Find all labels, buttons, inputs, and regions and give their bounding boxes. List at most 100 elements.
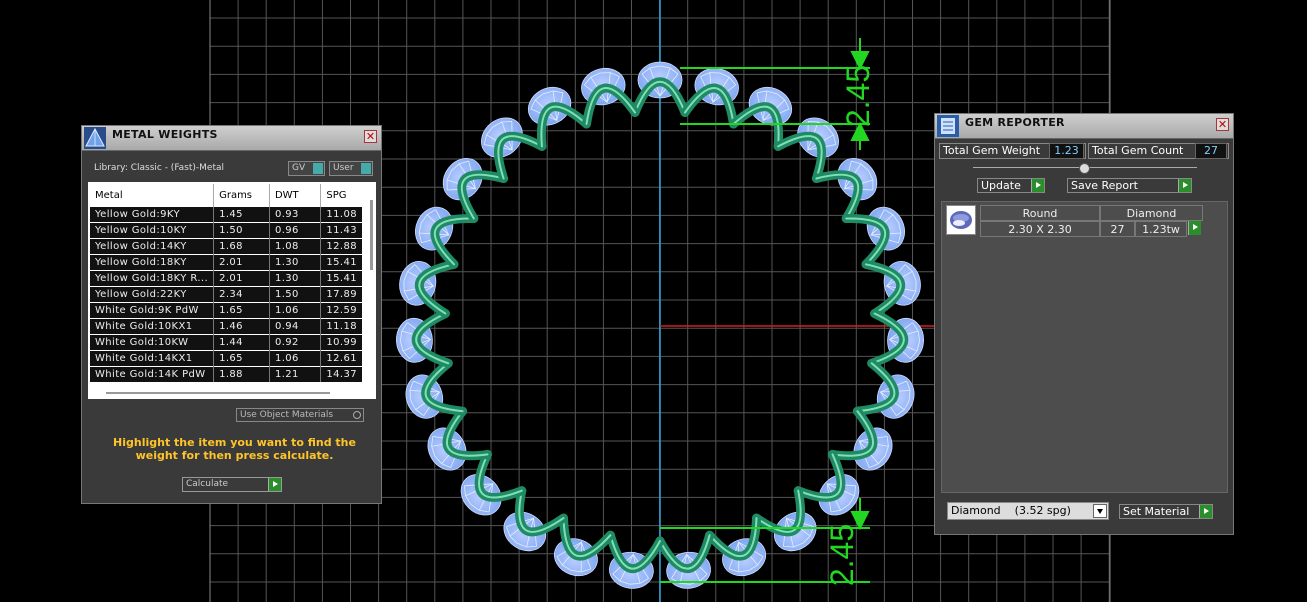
grams-cell: 1.45 bbox=[213, 206, 270, 223]
column-header-grams[interactable]: Grams bbox=[213, 184, 270, 207]
close-icon[interactable]: ✕ bbox=[364, 130, 377, 143]
spg-cell: 12.59 bbox=[320, 302, 362, 319]
round-gem-thumbnail bbox=[946, 205, 976, 235]
column-header-spg[interactable]: SPG bbox=[320, 184, 362, 207]
metal-name-cell: Yellow Gold:18KY R... bbox=[90, 270, 215, 287]
spg-cell: 11.43 bbox=[320, 222, 362, 239]
gem-count-cell: 27 bbox=[1100, 221, 1135, 237]
table-row[interactable]: Yellow Gold:18KY R... 2.01 1.30 15.41 bbox=[90, 270, 362, 287]
slider-handle[interactable] bbox=[1079, 163, 1090, 174]
total-gem-count-value: 27 bbox=[1195, 143, 1227, 159]
metal-name-cell: White Gold:10KW bbox=[90, 334, 215, 351]
user-toggle[interactable]: User bbox=[329, 161, 373, 176]
radio-icon bbox=[353, 411, 361, 419]
grams-cell: 1.65 bbox=[213, 350, 270, 367]
dwt-cell: 1.30 bbox=[269, 270, 322, 287]
gem-material-cell: Diamond bbox=[1100, 205, 1203, 221]
spg-cell: 15.41 bbox=[320, 254, 362, 271]
spg-cell: 11.18 bbox=[320, 318, 362, 335]
play-arrow-icon bbox=[1187, 221, 1201, 235]
set-material-label: Set Material bbox=[1123, 505, 1190, 518]
update-label: Update bbox=[981, 179, 1021, 192]
metal-weights-titlebar[interactable]: METAL WEIGHTS ✕ bbox=[82, 126, 381, 151]
table-header-row: Metal Grams DWT SPG bbox=[90, 184, 362, 207]
table-row[interactable]: Yellow Gold:10KY 1.50 0.96 11.43 bbox=[90, 222, 362, 239]
toggle-indicator-icon bbox=[361, 163, 371, 174]
calculate-button[interactable]: Calculate bbox=[182, 477, 282, 492]
chevron-down-icon bbox=[1093, 504, 1107, 518]
table-row[interactable]: White Gold:10KW 1.44 0.92 10.99 bbox=[90, 334, 362, 351]
library-label: Library: Classic - (Fast)-Metal bbox=[94, 163, 225, 173]
close-icon[interactable]: ✕ bbox=[1216, 118, 1229, 131]
metal-weights-title: METAL WEIGHTS bbox=[112, 128, 218, 141]
dwt-cell: 0.96 bbox=[269, 222, 322, 239]
user-toggle-label: User bbox=[333, 163, 354, 173]
material-select-value: Diamond (3.52 spg) bbox=[951, 504, 1071, 517]
spg-cell: 17.89 bbox=[320, 286, 362, 303]
metal-name-cell: White Gold:14KX1 bbox=[90, 350, 215, 367]
metal-name-cell: Yellow Gold:22KY bbox=[90, 286, 215, 303]
column-header-metal[interactable]: Metal bbox=[90, 184, 215, 207]
column-header-dwt[interactable]: DWT bbox=[269, 184, 322, 207]
table-row[interactable]: White Gold:14KX1 1.65 1.06 12.61 bbox=[90, 350, 362, 367]
table-row[interactable]: White Gold:10KX1 1.46 0.94 11.18 bbox=[90, 318, 362, 335]
metal-name-cell: Yellow Gold:14KY bbox=[90, 238, 215, 255]
round-diamond-icon bbox=[950, 211, 972, 229]
vertical-scrollbar[interactable] bbox=[370, 200, 373, 270]
metal-name-cell: White Gold:9K PdW bbox=[90, 302, 215, 319]
spg-cell: 14.37 bbox=[320, 366, 362, 382]
save-report-button[interactable]: Save Report bbox=[1067, 178, 1192, 193]
grams-cell: 2.34 bbox=[213, 286, 270, 303]
metal-name-cell: White Gold:14K PdW bbox=[90, 366, 215, 382]
gem-reporter-title: GEM REPORTER bbox=[965, 116, 1065, 129]
spg-cell: 11.08 bbox=[320, 206, 362, 223]
dwt-cell: 1.50 bbox=[269, 286, 322, 303]
play-arrow-icon bbox=[1199, 505, 1212, 518]
pyramid-icon bbox=[84, 127, 106, 149]
grams-cell: 1.46 bbox=[213, 318, 270, 335]
gv-toggle[interactable]: GV bbox=[288, 161, 325, 176]
horizontal-scrollbar[interactable] bbox=[106, 392, 330, 394]
spg-cell: 12.88 bbox=[320, 238, 362, 255]
grams-cell: 1.50 bbox=[213, 222, 270, 239]
table-row[interactable]: White Gold:14K PdW 1.88 1.21 14.37 bbox=[90, 366, 362, 382]
grams-cell: 1.68 bbox=[213, 238, 270, 255]
use-object-materials-label: Use Object Materials bbox=[240, 410, 334, 420]
gem-reporter-titlebar[interactable]: GEM REPORTER ✕ bbox=[935, 114, 1233, 139]
metal-table-container: Metal Grams DWT SPG Yellow Gold:9KY 1.45 0… bbox=[88, 182, 376, 399]
material-select[interactable]: Diamond (3.52 spg) bbox=[947, 502, 1109, 520]
spg-cell: 12.61 bbox=[320, 350, 362, 367]
use-object-materials-toggle[interactable]: Use Object Materials bbox=[236, 408, 364, 422]
metal-name-cell: Yellow Gold:9KY bbox=[90, 206, 215, 223]
grams-cell: 1.65 bbox=[213, 302, 270, 319]
grams-cell: 2.01 bbox=[213, 254, 270, 271]
gem-reporter-panel: GEM REPORTER ✕ Total Gem Weight 1.23 Tot… bbox=[934, 113, 1234, 535]
grams-cell: 1.44 bbox=[213, 334, 270, 351]
gem-weight-cell: 1.23tw bbox=[1135, 221, 1187, 237]
set-material-button[interactable]: Set Material bbox=[1119, 504, 1213, 519]
dwt-cell: 1.06 bbox=[269, 302, 322, 319]
metal-name-cell: Yellow Gold:18KY bbox=[90, 254, 215, 271]
instruction-text: Highlight the item you want to find the … bbox=[113, 436, 356, 462]
table-row[interactable]: Yellow Gold:9KY 1.45 0.93 11.08 bbox=[90, 206, 362, 223]
table-row[interactable]: Yellow Gold:22KY 2.34 1.50 17.89 bbox=[90, 286, 362, 303]
metal-table: Metal Grams DWT SPG Yellow Gold:9KY 1.45 0… bbox=[90, 184, 362, 382]
grams-cell: 1.88 bbox=[213, 366, 270, 382]
gem-size-cell: 2.30 X 2.30 bbox=[980, 221, 1100, 237]
metal-name-cell: White Gold:10KX1 bbox=[90, 318, 215, 335]
gv-toggle-label: GV bbox=[292, 163, 306, 173]
update-button[interactable]: Update bbox=[977, 178, 1045, 193]
save-report-label: Save Report bbox=[1071, 179, 1138, 192]
calculate-label: Calculate bbox=[186, 479, 229, 489]
total-gem-count-label: Total Gem Count bbox=[1092, 144, 1184, 157]
metal-weights-panel: METAL WEIGHTS ✕ Library: Classic - (Fast… bbox=[81, 125, 382, 504]
gem-row-action-button[interactable] bbox=[1187, 221, 1201, 237]
dimension-bottom-label: 2.45 bbox=[824, 524, 860, 586]
table-row[interactable]: White Gold:9K PdW 1.65 1.06 12.59 bbox=[90, 302, 362, 319]
play-arrow-icon bbox=[1031, 179, 1044, 192]
table-row[interactable]: Yellow Gold:14KY 1.68 1.08 12.88 bbox=[90, 238, 362, 255]
dimension-top-label: 2.45 bbox=[840, 65, 876, 127]
dwt-cell: 0.93 bbox=[269, 206, 322, 223]
table-row[interactable]: Yellow Gold:18KY 2.01 1.30 15.41 bbox=[90, 254, 362, 271]
total-gem-weight-label: Total Gem Weight bbox=[943, 144, 1041, 157]
